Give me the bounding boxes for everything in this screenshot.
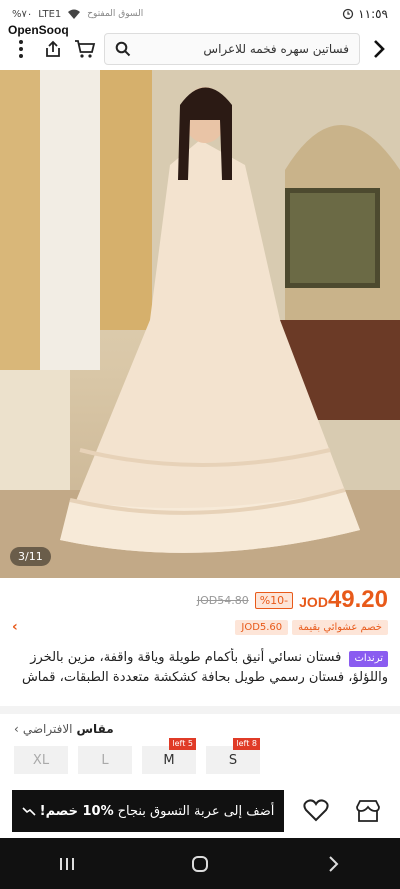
more-vertical-icon[interactable]	[8, 36, 34, 62]
image-counter: 3/11	[10, 547, 51, 566]
status-right: ١١:٥٩	[342, 7, 388, 21]
store-icon[interactable]	[348, 791, 388, 831]
stock-badge: 5 left	[169, 738, 196, 750]
title-line-2: واللؤلؤ، فستان رسمي طويل بحافة كشكشة متع…	[12, 668, 388, 688]
wishlist-heart-icon[interactable]	[296, 791, 336, 831]
trend-down-icon	[22, 807, 36, 816]
add-to-cart-button[interactable]: أضف إلى عربة التسوق بنجاح 10% خصم!	[12, 790, 284, 832]
coupon-label: خصم عشوائي بقيمة	[292, 619, 388, 635]
product-photo	[0, 70, 400, 578]
size-option-label: L	[101, 752, 109, 768]
discount-badge: %10-	[254, 591, 294, 609]
chevron-left-icon[interactable]: ‹	[12, 619, 18, 635]
chevron-right-icon: ›	[14, 722, 19, 736]
cta-action-text: أضف إلى عربة التسوق بنجاح	[117, 803, 275, 819]
size-value: الافتراضي	[22, 722, 73, 736]
size-option-label: XL	[32, 752, 50, 768]
top-bar: فساتين سهره فخمه للاعراس	[0, 30, 400, 68]
size-option-s[interactable]: S 8 left	[206, 738, 260, 774]
coupon-chip[interactable]: خصم عشوائي بقيمة JOD5.60	[235, 619, 388, 635]
price-value: 49.20	[327, 586, 388, 613]
wifi-icon	[68, 9, 81, 19]
old-price: JOD54.80	[196, 593, 249, 607]
cta-bar: أضف إلى عربة التسوق بنجاح 10% خصم!	[0, 784, 400, 838]
title-line-1: ترندات فستان نسائي أنيق بأكمام طويلة ويا…	[12, 648, 388, 668]
product-image[interactable]: 3/11	[0, 70, 400, 578]
back-chevron-icon[interactable]	[366, 36, 392, 62]
cta-discount-text: 10% خصم!	[39, 803, 114, 819]
size-option-label: S	[228, 752, 238, 768]
stock-badge: 8 left	[233, 738, 260, 750]
size-option-l[interactable]: L	[78, 746, 132, 774]
size-option-m[interactable]: M 5 left	[142, 738, 196, 774]
title-text-2: واللؤلؤ، فستان رسمي طويل بحافة كشكشة متع…	[21, 670, 388, 685]
size-option-xl[interactable]: XL	[14, 746, 68, 774]
search-query: فساتين سهره فخمه للاعراس	[203, 42, 349, 56]
clock: ١١:٥٩	[358, 7, 388, 21]
trend-badge: ترندات	[349, 651, 388, 667]
search-icon[interactable]	[115, 41, 131, 57]
product-title[interactable]: ترندات فستان نسائي أنيق بأكمام طويلة ويا…	[0, 648, 400, 688]
cart-icon[interactable]	[72, 36, 98, 62]
network-type: LTE1	[38, 8, 62, 20]
title-text-1: فستان نسائي أنيق بأكمام طويلة وياقة واقف…	[30, 650, 342, 665]
price-row: JOD54.80 %10- JOD49.20	[0, 586, 400, 614]
size-option-label: M	[163, 752, 175, 768]
status-left: %٧٠ LTE1 السوق المفتوح	[12, 8, 143, 20]
size-header[interactable]: مقاس الافتراضي ›	[0, 718, 400, 740]
share-icon[interactable]	[40, 36, 66, 62]
battery-level: %٧٠	[12, 8, 33, 20]
price-currency: JOD	[299, 594, 328, 610]
size-options: S 8 left M 5 left L XL	[0, 738, 400, 776]
coupon-row[interactable]: ‹ خصم عشوائي بقيمة JOD5.60	[0, 616, 400, 638]
carrier-text: السوق المفتوح	[87, 9, 144, 19]
size-label: مقاس	[76, 722, 114, 736]
current-price: JOD49.20	[299, 586, 388, 614]
nav-home-icon[interactable]	[180, 844, 220, 884]
coupon-amount: JOD5.60	[235, 619, 289, 635]
section-divider	[0, 706, 400, 714]
alarm-icon	[343, 8, 354, 20]
system-nav-bar	[0, 838, 400, 889]
search-input[interactable]: فساتين سهره فخمه للاعراس	[104, 33, 360, 65]
nav-back-icon[interactable]	[313, 844, 353, 884]
nav-recents-icon[interactable]	[47, 844, 87, 884]
